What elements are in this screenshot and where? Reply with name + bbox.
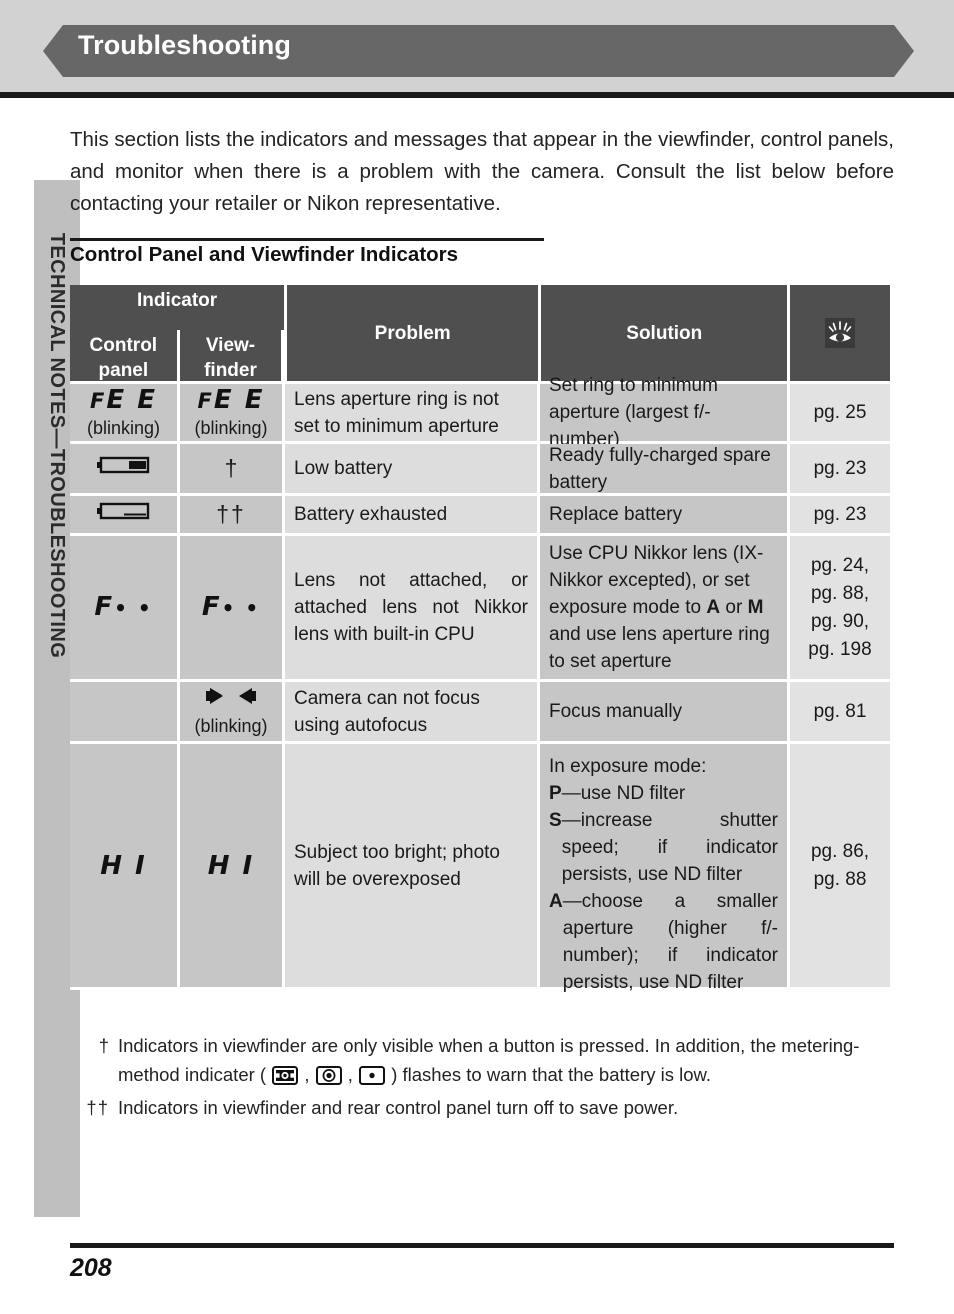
row4-solution-mid: or xyxy=(720,597,748,618)
row6-text-a: —choose a smaller aperture (higher f/-nu… xyxy=(562,891,778,993)
sidebar-tab-extension xyxy=(34,1000,80,1217)
row1-viewfinder-blink-note: (blinking) xyxy=(194,418,268,438)
header-solution-label: Solution xyxy=(626,322,703,344)
header-viewfinder-line1: View- xyxy=(205,335,256,356)
row5-viewfinder-blink-note: (blinking) xyxy=(194,715,268,736)
row3-problem: Battery exhausted xyxy=(285,496,540,536)
lcd-fee-icon: FE E xyxy=(197,385,265,415)
row6-solution-item-a: A —choose a smaller aperture (higher f/-… xyxy=(549,888,778,996)
row2-solution: Ready fully-charged spare battery xyxy=(540,444,790,496)
row6-mode-p: P xyxy=(549,783,562,804)
row6-mode-a: A xyxy=(549,891,563,912)
section-heading: Control Panel and Viewfinder Indicators xyxy=(70,243,459,266)
row4-solution-post: and use lens aperture ring to set apertu… xyxy=(549,624,770,672)
header-control-panel-line1: Control xyxy=(89,335,158,356)
row4-mode-a: A xyxy=(706,597,721,618)
intro-paragraph: This section lists the indicators and me… xyxy=(70,128,894,215)
footnote-comma-1: , xyxy=(299,1064,315,1085)
header-control-panel: Control panel xyxy=(70,330,180,384)
lcd-f-dashes-icon: F• • xyxy=(201,592,261,622)
footnote-2: †† Indicators in viewfinder and rear con… xyxy=(86,1093,896,1122)
row5-problem: Camera can not focus using autofocus xyxy=(285,682,540,744)
dagger-icon: † xyxy=(224,455,238,481)
row4-pages: pg. 24, pg. 88, pg. 90, pg. 198 xyxy=(790,536,890,682)
row1-pages: pg. 25 xyxy=(790,384,890,444)
row1-control-blink-note: (blinking) xyxy=(86,418,161,438)
row6-solution-intro: In exposure mode: xyxy=(549,756,707,777)
table-row: (blinking) Camera can not focus using au… xyxy=(70,682,890,744)
header-control-panel-line2: panel xyxy=(98,360,149,381)
header-viewfinder: View- finder xyxy=(179,330,285,384)
header-problem: Problem xyxy=(287,285,542,384)
row6-viewfinder-indicator: H I xyxy=(180,744,285,990)
row6-solution: In exposure mode: P —use ND filter S —in… xyxy=(540,744,790,993)
row4-mode-m: M xyxy=(747,597,764,618)
row4-viewfinder-indicator: F• • xyxy=(180,536,285,682)
battery-empty-icon xyxy=(96,501,151,529)
row1-control-panel-indicator: FE E (blinking) xyxy=(70,384,180,444)
row4-control-panel-indicator: F• • xyxy=(70,536,180,682)
footnote-1-mark: † xyxy=(98,1035,109,1056)
row1-problem: Lens aperture ring is not set to minimum… xyxy=(285,384,540,444)
table-row: H I H I Subject too bright; photo will b… xyxy=(70,744,890,993)
row4-solution: Use CPU Nikkor lens (IX-Nikkor excepted)… xyxy=(540,536,790,682)
footnote-2-mark: †† xyxy=(86,1097,109,1118)
row6-pages: pg. 86, pg. 88 xyxy=(790,744,890,990)
row2-control-panel-indicator xyxy=(70,444,180,496)
row3-solution: Replace battery xyxy=(540,496,790,536)
battery-low-icon xyxy=(96,455,151,483)
row1-viewfinder-indicator: FE E (blinking) xyxy=(180,384,285,444)
header-solution: Solution xyxy=(541,285,791,384)
row6-text-s: —increase shutter speed; if indicator pe… xyxy=(561,810,778,885)
header-rule xyxy=(0,92,954,98)
row6-solution-item-s: S —increase shutter speed; if indicator … xyxy=(549,807,778,888)
row4-problem: Lens not attached, or attached lens not … xyxy=(285,536,540,682)
table-row: F• • F• • Lens not attached, or attached… xyxy=(70,536,890,682)
row1-solution: Set ring to minimum aperture (largest f/… xyxy=(540,375,790,450)
table-row: † Low battery Ready fully-charged spare … xyxy=(70,444,890,496)
row3-viewfinder-indicator: †† xyxy=(180,496,285,536)
row6-mode-s: S xyxy=(549,810,562,831)
row5-viewfinder-indicator: (blinking) xyxy=(180,682,285,744)
lcd-f-dashes-icon: F• • xyxy=(94,592,153,622)
lcd-hi-icon: H I xyxy=(207,850,255,881)
row5-pages: pg. 81 xyxy=(790,682,890,744)
row6-solution-item-p: P —use ND filter xyxy=(549,780,778,807)
footnote-1: † Indicators in viewfinder are only visi… xyxy=(86,1031,896,1093)
row5-control-panel-indicator xyxy=(70,682,180,744)
row6-text-p: —use ND filter xyxy=(561,783,686,804)
footer-rule xyxy=(70,1243,894,1248)
row3-control-panel-indicator xyxy=(70,496,180,536)
indicator-table: Indicator Problem Solution Control panel… xyxy=(70,285,890,993)
footnote-comma-2: , xyxy=(342,1064,359,1085)
row6-control-panel-indicator: H I xyxy=(70,744,180,990)
page-title: Troubleshooting xyxy=(78,30,291,60)
lcd-fee-icon: FE E xyxy=(90,385,157,415)
row2-problem: Low battery xyxy=(285,444,540,496)
row5-solution: Focus manually xyxy=(540,682,790,744)
sidebar-tab-label: TECHNICAL NOTES—TROUBLESHOOTING xyxy=(46,232,69,658)
row6-problem: Subject too bright; photo will be overex… xyxy=(285,744,540,990)
table-row: †† Battery exhausted Replace battery pg.… xyxy=(70,496,890,536)
row3-pages: pg. 23 xyxy=(790,496,890,536)
footnote-1-body: Indicators in viewfinder are only visibl… xyxy=(118,1031,896,1093)
header-viewfinder-line2: finder xyxy=(204,360,257,381)
row2-pages: pg. 23 xyxy=(790,444,890,496)
table-row: FE E (blinking) FE E (blinking) Lens ape… xyxy=(70,375,890,450)
footnote-1-text-post: ) flashes to warn that the battery is lo… xyxy=(386,1064,711,1085)
matrix-metering-icon xyxy=(272,1066,299,1089)
section-heading-rule xyxy=(70,238,544,241)
double-dagger-icon: †† xyxy=(216,501,246,527)
lcd-hi-icon: H I xyxy=(100,850,147,881)
header-problem-label: Problem xyxy=(374,322,451,344)
header-reference xyxy=(790,285,890,384)
row2-viewfinder-indicator: † xyxy=(180,444,285,496)
spot-metering-icon xyxy=(359,1066,386,1089)
center-weighted-metering-icon xyxy=(315,1066,342,1089)
footnotes: † Indicators in viewfinder are only visi… xyxy=(86,1031,896,1122)
focus-arrows-icon xyxy=(200,686,262,714)
footnote-2-body: Indicators in viewfinder and rear contro… xyxy=(118,1097,679,1118)
eye-reference-icon xyxy=(825,318,856,348)
page-number: 208 xyxy=(70,1254,112,1282)
